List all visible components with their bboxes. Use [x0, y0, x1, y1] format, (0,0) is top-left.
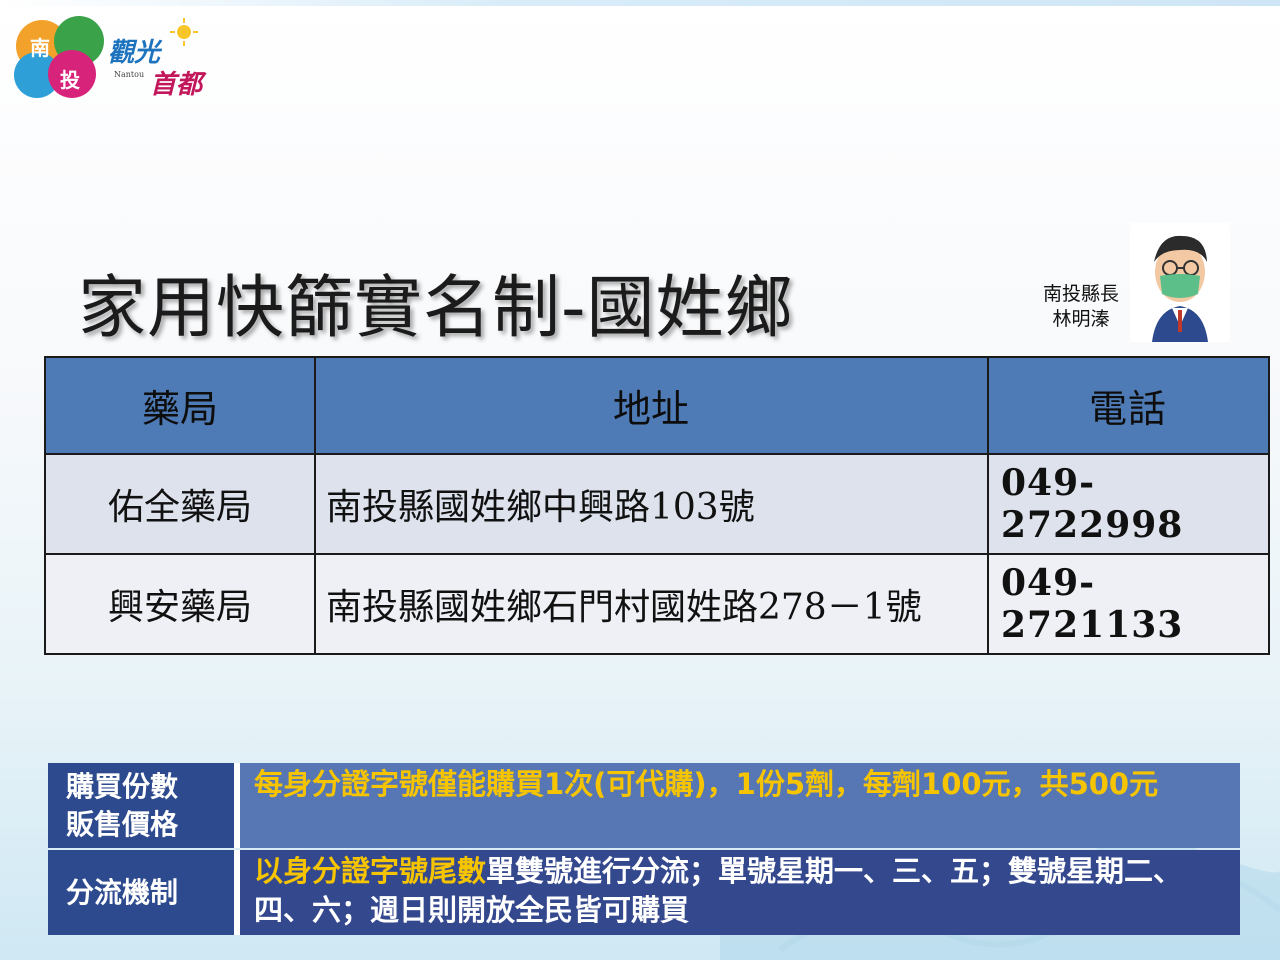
header-address: 地址: [314, 356, 989, 455]
header-phone: 電話: [987, 356, 1270, 455]
pharmacy-address: 南投縣國姓鄉石門村國姓路278－1號: [314, 553, 989, 655]
mayor-title: 南投縣長: [1042, 283, 1119, 305]
logo-text-nantou: Nantou: [114, 70, 145, 79]
table-row: 佑全藥局 南投縣國姓鄉中興路103號 049-2722998: [44, 453, 1270, 555]
pharmacy-table: 藥局 地址 電話 佑全藥局 南投縣國姓鄉中興路103號 049-2722998 …: [44, 356, 1270, 655]
purchase-rule-row: 購買份數 販售價格 每身分證字號僅能購買1次(可代購)，1份5劑，每劑100元，…: [48, 763, 1240, 848]
split-rule-highlight: 以身分證字號尾數: [254, 854, 487, 888]
split-label: 分流機制: [48, 850, 234, 935]
mayor-name: 林明溱: [1052, 308, 1110, 330]
purchase-rule-text: 每身分證字號僅能購買1次(可代購)，1份5劑，每劑100元，共500元: [240, 763, 1240, 848]
mayor-cartoon-portrait: [1130, 222, 1230, 342]
address-text: 南投縣國姓鄉石門村國姓路278－1號: [326, 587, 922, 628]
split-rule-text: 以身分證字號尾數單雙號進行分流；單號星期一、三、五；雙號星期二、四、六；週日則開…: [240, 850, 1240, 935]
split-rule-row: 分流機制 以身分證字號尾數單雙號進行分流；單號星期一、三、五；雙號星期二、四、六…: [48, 850, 1240, 935]
address-text: 南投縣國姓鄉中興路103號: [326, 487, 755, 528]
table-row: 興安藥局 南投縣國姓鄉石門村國姓路278－1號 049-2721133: [44, 553, 1270, 655]
logo-char-tou: 投: [60, 68, 80, 92]
pharmacy-phone: 049-2721133: [987, 553, 1270, 655]
mayor-caption: 南投縣長 林明溱: [1036, 282, 1126, 332]
nantou-tourism-logo: 南 投 觀光 Nantou 首都: [10, 6, 230, 102]
purchase-label-price: 販售價格: [66, 807, 179, 841]
purchase-info-panel: 購買份數 販售價格 每身分證字號僅能購買1次(可代購)，1份5劑，每劑100元，…: [48, 763, 1240, 935]
sun-icon: [170, 18, 198, 46]
table-header-row: 藥局 地址 電話: [44, 356, 1270, 455]
pharmacy-name: 興安藥局: [44, 553, 316, 655]
page-title: 家用快篩實名制-國姓鄉: [78, 269, 794, 348]
purchase-label-quantity: 購買份數: [66, 769, 179, 803]
pharmacy-name: 佑全藥局: [44, 453, 316, 555]
logo-char-nan: 南: [30, 36, 50, 60]
logo-text-shoudu: 首都: [150, 70, 203, 100]
purchase-label: 購買份數 販售價格: [48, 763, 234, 848]
header-pharmacy: 藥局: [44, 356, 316, 455]
pharmacy-phone: 049-2722998: [987, 453, 1270, 555]
pharmacy-address: 南投縣國姓鄉中興路103號: [314, 453, 989, 555]
